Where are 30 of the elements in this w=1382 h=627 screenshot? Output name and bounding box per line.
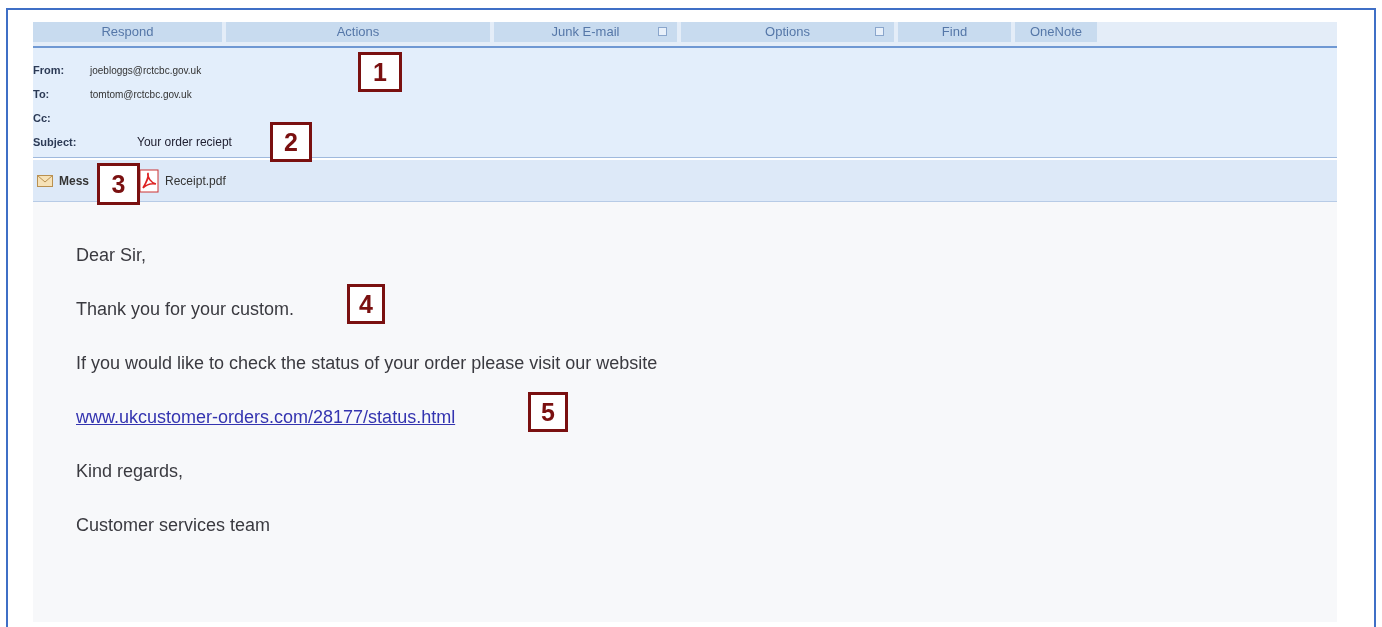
field-label: Cc: xyxy=(33,110,52,126)
pdf-file-icon xyxy=(139,168,160,193)
attachment-item[interactable]: Receipt.pdf xyxy=(139,168,226,193)
ribbon-group-button[interactable]: OneNote xyxy=(1015,22,1097,42)
body-text: Dear Sir, xyxy=(76,244,147,267)
callout-number: 3 xyxy=(97,163,140,205)
attachment-item[interactable]: Mess xyxy=(37,171,90,190)
dialog-launcher-icon[interactable] xyxy=(875,27,884,36)
callout-number: 5 xyxy=(528,392,568,432)
envelope-icon xyxy=(37,174,53,187)
ribbon-group-button[interactable]: Actions xyxy=(226,22,490,42)
field-value: joebloggs@rctcbc.gov.uk xyxy=(90,63,202,78)
body-text: Kind regards, xyxy=(76,460,184,483)
field-value: tomtom@rctcbc.gov.uk xyxy=(90,87,192,102)
body-text: Customer services team xyxy=(76,514,271,537)
field-label: To: xyxy=(33,86,51,102)
body-text: Thank you for your custom. xyxy=(76,298,295,321)
callout-number: 2 xyxy=(270,122,312,162)
callout-number: 1 xyxy=(358,52,402,92)
body-text: If you would like to check the status of your order please visit our website xyxy=(76,352,658,375)
ribbon-group-button[interactable]: Find xyxy=(898,22,1011,42)
callout-number: 4 xyxy=(347,284,385,324)
field-label: Subject: xyxy=(33,134,78,150)
dialog-launcher-icon[interactable] xyxy=(658,27,667,36)
subject-text: Your order reciept xyxy=(137,134,232,151)
ribbon-group-button[interactable]: Options xyxy=(681,22,894,42)
ribbon-group-button[interactable]: Respond xyxy=(33,22,222,42)
website-link[interactable]: www.ukcustomer-orders.com/28177/status.html xyxy=(76,407,456,427)
field-label: From: xyxy=(33,62,66,78)
ribbon-group-button[interactable]: Junk E-mail xyxy=(494,22,677,42)
